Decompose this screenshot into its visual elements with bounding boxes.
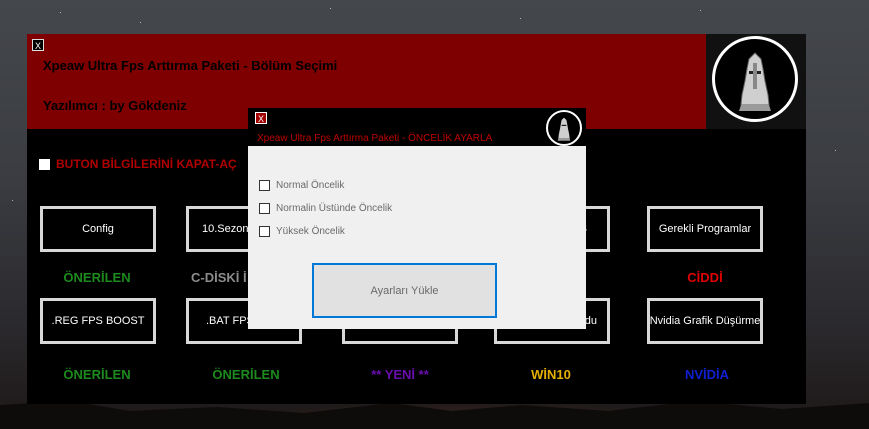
knight-logo-icon	[712, 36, 798, 122]
high-priority-option[interactable]: Yüksek Öncelik	[259, 226, 345, 237]
high-priority-label: Yüksek Öncelik	[276, 226, 345, 237]
dialog-title: Xpeaw Ultra Fps Arttırma Paketi - ÖNCELİ…	[257, 133, 493, 144]
tag-recommended: ÖNERİLEN	[63, 270, 131, 285]
info-toggle-checkbox[interactable]	[39, 158, 50, 170]
author-label: Yazılımcı : by Gökdeniz	[43, 98, 187, 113]
required-programs-button[interactable]: Gerekli Programlar	[647, 206, 763, 252]
priority-dialog: X Xpeaw Ultra Fps Arttırma Paketi - ÖNCE…	[248, 108, 586, 329]
tag-recommended: ÖNERİLEN	[63, 367, 131, 382]
logo-panel	[706, 34, 806, 129]
normal-priority-checkbox[interactable]	[259, 180, 270, 191]
info-toggle[interactable]: BUTON BİLGİLERİNİ KAPAT-AÇ	[39, 157, 237, 171]
star	[60, 12, 61, 13]
nvidia-graphics-button[interactable]: Nvidia Grafik Düşürme	[647, 298, 763, 344]
tag-new: ** YENİ **	[371, 367, 429, 382]
tag-win10: WİN10	[531, 367, 571, 382]
tag-nvidia: NVİDİA	[684, 367, 730, 382]
config-button[interactable]: Config	[40, 206, 156, 252]
star	[330, 8, 331, 9]
knight-logo-icon	[546, 110, 582, 146]
dialog-logo	[546, 110, 584, 146]
star	[835, 150, 836, 151]
star	[520, 18, 521, 19]
star	[700, 10, 701, 11]
above-normal-priority-label: Normalin Üstünde Öncelik	[276, 203, 393, 214]
tag-recommended: ÖNERİLEN	[212, 367, 280, 382]
dialog-header: X Xpeaw Ultra Fps Arttırma Paketi - ÖNCE…	[248, 108, 586, 146]
main-title: Xpeaw Ultra Fps Arttırma Paketi - Bölüm …	[43, 58, 338, 73]
info-toggle-label: BUTON BİLGİLERİNİ KAPAT-AÇ	[56, 157, 237, 171]
high-priority-checkbox[interactable]	[259, 226, 270, 237]
above-normal-priority-checkbox[interactable]	[259, 203, 270, 214]
star	[140, 22, 141, 23]
load-settings-button[interactable]: Ayarları Yükle	[312, 263, 497, 318]
tag-serious: CİDDİ	[687, 270, 723, 285]
reg-fps-boost-button[interactable]: .REG FPS BOOST	[40, 298, 156, 344]
above-normal-priority-option[interactable]: Normalin Üstünde Öncelik	[259, 203, 392, 214]
star	[12, 200, 13, 201]
normal-priority-option[interactable]: Normal Öncelik	[259, 180, 344, 191]
normal-priority-label: Normal Öncelik	[276, 180, 345, 191]
main-close-button[interactable]: X	[32, 39, 44, 51]
dialog-close-button[interactable]: X	[255, 112, 267, 124]
